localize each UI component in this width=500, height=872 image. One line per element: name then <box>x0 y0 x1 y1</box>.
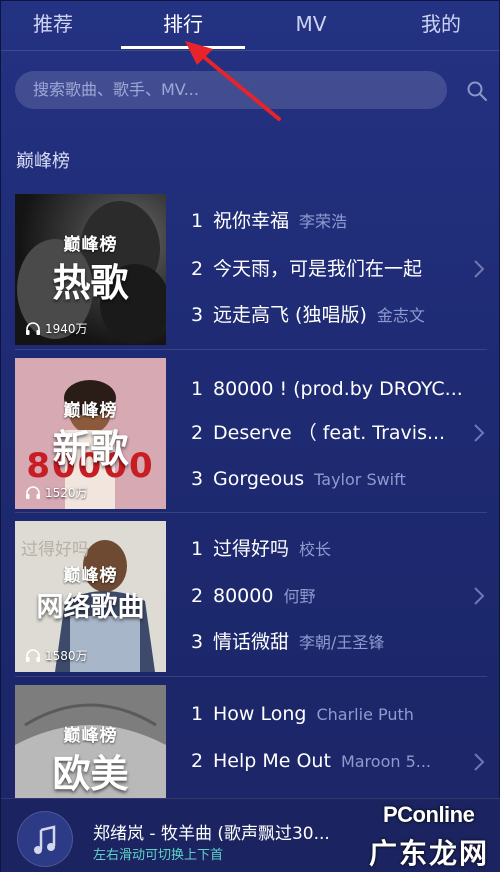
row-divider <box>15 676 487 677</box>
watermark-line1: PConline <box>383 802 475 827</box>
song-item[interactable]: 2 Deserve （ feat. Travis... <box>191 417 471 449</box>
song-name: How Long <box>213 703 307 725</box>
chart-row-western[interactable]: 巅峰榜 欧美 1 How Long Charlie Puth 2 Help Me Ou… <box>15 685 487 798</box>
play-count: 1940万 <box>25 320 88 337</box>
song-item[interactable]: 2 今天雨，可是我们在一起 <box>191 253 471 285</box>
song-item[interactable]: 3 Gorgeous Taylor Swift <box>191 463 471 495</box>
song-item[interactable]: 1 过得好吗 校长 <box>191 533 471 565</box>
song-item[interactable]: 3 远走高飞 (独唱版) 金志文 <box>191 299 471 331</box>
music-app: 推荐 排行 MV 我的 搜索歌曲、歌手、MV... 巅峰榜 巅峰榜 热歌 194… <box>0 0 500 872</box>
player-swipe-hint: 左右滑动可切换上下首 <box>93 848 224 863</box>
search-icon[interactable] <box>465 79 489 103</box>
site-watermark: PConline 广东龙网 <box>357 794 500 872</box>
play-count: 1580万 <box>25 647 88 664</box>
song-item[interactable]: 1 How Long Charlie Puth <box>191 698 471 730</box>
song-artist: 何野 <box>283 587 316 606</box>
section-title: 巅峰榜 <box>16 151 70 172</box>
song-rank: 2 <box>191 422 204 444</box>
headphones-icon <box>26 486 40 499</box>
chart-title: 网络歌曲 <box>36 592 145 623</box>
play-count-text: 1940万 <box>45 322 88 336</box>
song-name: 祝你幸福 <box>213 210 290 232</box>
song-rank: 1 <box>191 378 204 400</box>
song-rank: 3 <box>191 631 204 653</box>
song-item[interactable]: 2 80000 何野 <box>191 580 471 612</box>
song-rank: 1 <box>191 210 204 232</box>
chart-title: 新歌 <box>52 427 129 471</box>
player-song-title: 郑绪岚 - 牧羊曲 (歌声飘过30... <box>93 824 330 844</box>
chart-cover[interactable]: 80000 巅峰榜 新歌 1520万 <box>15 358 166 509</box>
chevron-right-icon[interactable] <box>471 422 487 444</box>
song-rank: 2 <box>191 258 204 280</box>
play-count-text: 1580万 <box>45 649 88 663</box>
cover-artwork-text: 过得好吗 <box>21 540 89 560</box>
song-rank: 1 <box>191 703 204 725</box>
song-item[interactable]: 3 情话微甜 李朝/王圣锋 <box>191 626 471 658</box>
song-rank: 3 <box>191 304 204 326</box>
headphones-icon <box>26 649 40 662</box>
play-count: 1520万 <box>25 484 88 501</box>
song-artist: Maroon 5... <box>340 752 432 771</box>
song-name: 过得好吗 <box>213 538 290 560</box>
song-artist: 校长 <box>299 540 332 559</box>
song-name: 情话微甜 <box>213 631 290 653</box>
annotation-arrow-icon <box>185 41 281 121</box>
song-name: Help Me Out <box>213 750 331 772</box>
song-artist: Taylor Swift <box>314 470 406 489</box>
song-artist: 李荣浩 <box>299 212 348 231</box>
chart-cover[interactable]: 巅峰榜 欧美 <box>15 685 166 798</box>
player-album-art[interactable] <box>17 811 73 867</box>
tab-recommend[interactable]: 推荐 <box>15 9 91 43</box>
tab-mine[interactable]: 我的 <box>403 9 479 43</box>
chart-logo: 巅峰榜 <box>63 566 118 586</box>
song-item[interactable]: 2 Help Me Out Maroon 5... <box>191 745 471 777</box>
play-count-text: 1520万 <box>45 486 88 500</box>
chart-title: 热歌 <box>52 261 129 305</box>
song-name: Gorgeous <box>213 468 305 490</box>
song-artist: 李朝/王圣锋 <box>299 633 385 652</box>
row-divider <box>15 349 487 350</box>
chart-title: 欧美 <box>52 752 129 796</box>
chevron-right-icon[interactable] <box>471 751 487 773</box>
song-name: 远走高飞 (独唱版) <box>213 304 367 326</box>
chart-row-hot[interactable]: 巅峰榜 热歌 1940万 1 祝你幸福 李荣浩 2 今天雨，可是我们在一起 3 远走高飞… <box>15 194 487 346</box>
chart-cover[interactable]: 过得好吗 巅峰榜 网络歌曲 1580万 <box>15 521 166 672</box>
watermark-line2: 广东龙网 <box>369 837 490 870</box>
song-artist: Charlie Puth <box>316 705 414 724</box>
song-name: 80000 <box>213 585 274 607</box>
song-name: 80000 ! (prod.by DROYC... <box>213 378 463 400</box>
chart-row-internet[interactable]: 过得好吗 巅峰榜 网络歌曲 1580万 1 过得好吗 校长 2 80000 何野 3 情话… <box>15 521 487 673</box>
song-rank: 2 <box>191 585 204 607</box>
song-item[interactable]: 1 祝你幸福 李荣浩 <box>191 205 471 237</box>
chart-cover[interactable]: 巅峰榜 热歌 1940万 <box>15 194 166 345</box>
chart-row-new[interactable]: 80000 巅峰榜 新歌 1520万 1 80000 ! (prod.by DRO… <box>15 358 487 510</box>
song-name: Deserve （ feat. Travis... <box>213 422 446 444</box>
song-rank: 2 <box>191 750 204 772</box>
song-rank: 3 <box>191 468 204 490</box>
music-note-icon <box>34 825 56 854</box>
song-item[interactable]: 1 80000 ! (prod.by DROYC... <box>191 373 471 405</box>
chevron-right-icon[interactable] <box>471 258 487 280</box>
song-name: 今天雨，可是我们在一起 <box>213 258 423 280</box>
headphones-icon <box>26 322 40 335</box>
row-divider <box>15 512 487 513</box>
song-rank: 1 <box>191 538 204 560</box>
chevron-right-icon[interactable] <box>471 585 487 607</box>
song-artist: 金志文 <box>376 306 425 325</box>
